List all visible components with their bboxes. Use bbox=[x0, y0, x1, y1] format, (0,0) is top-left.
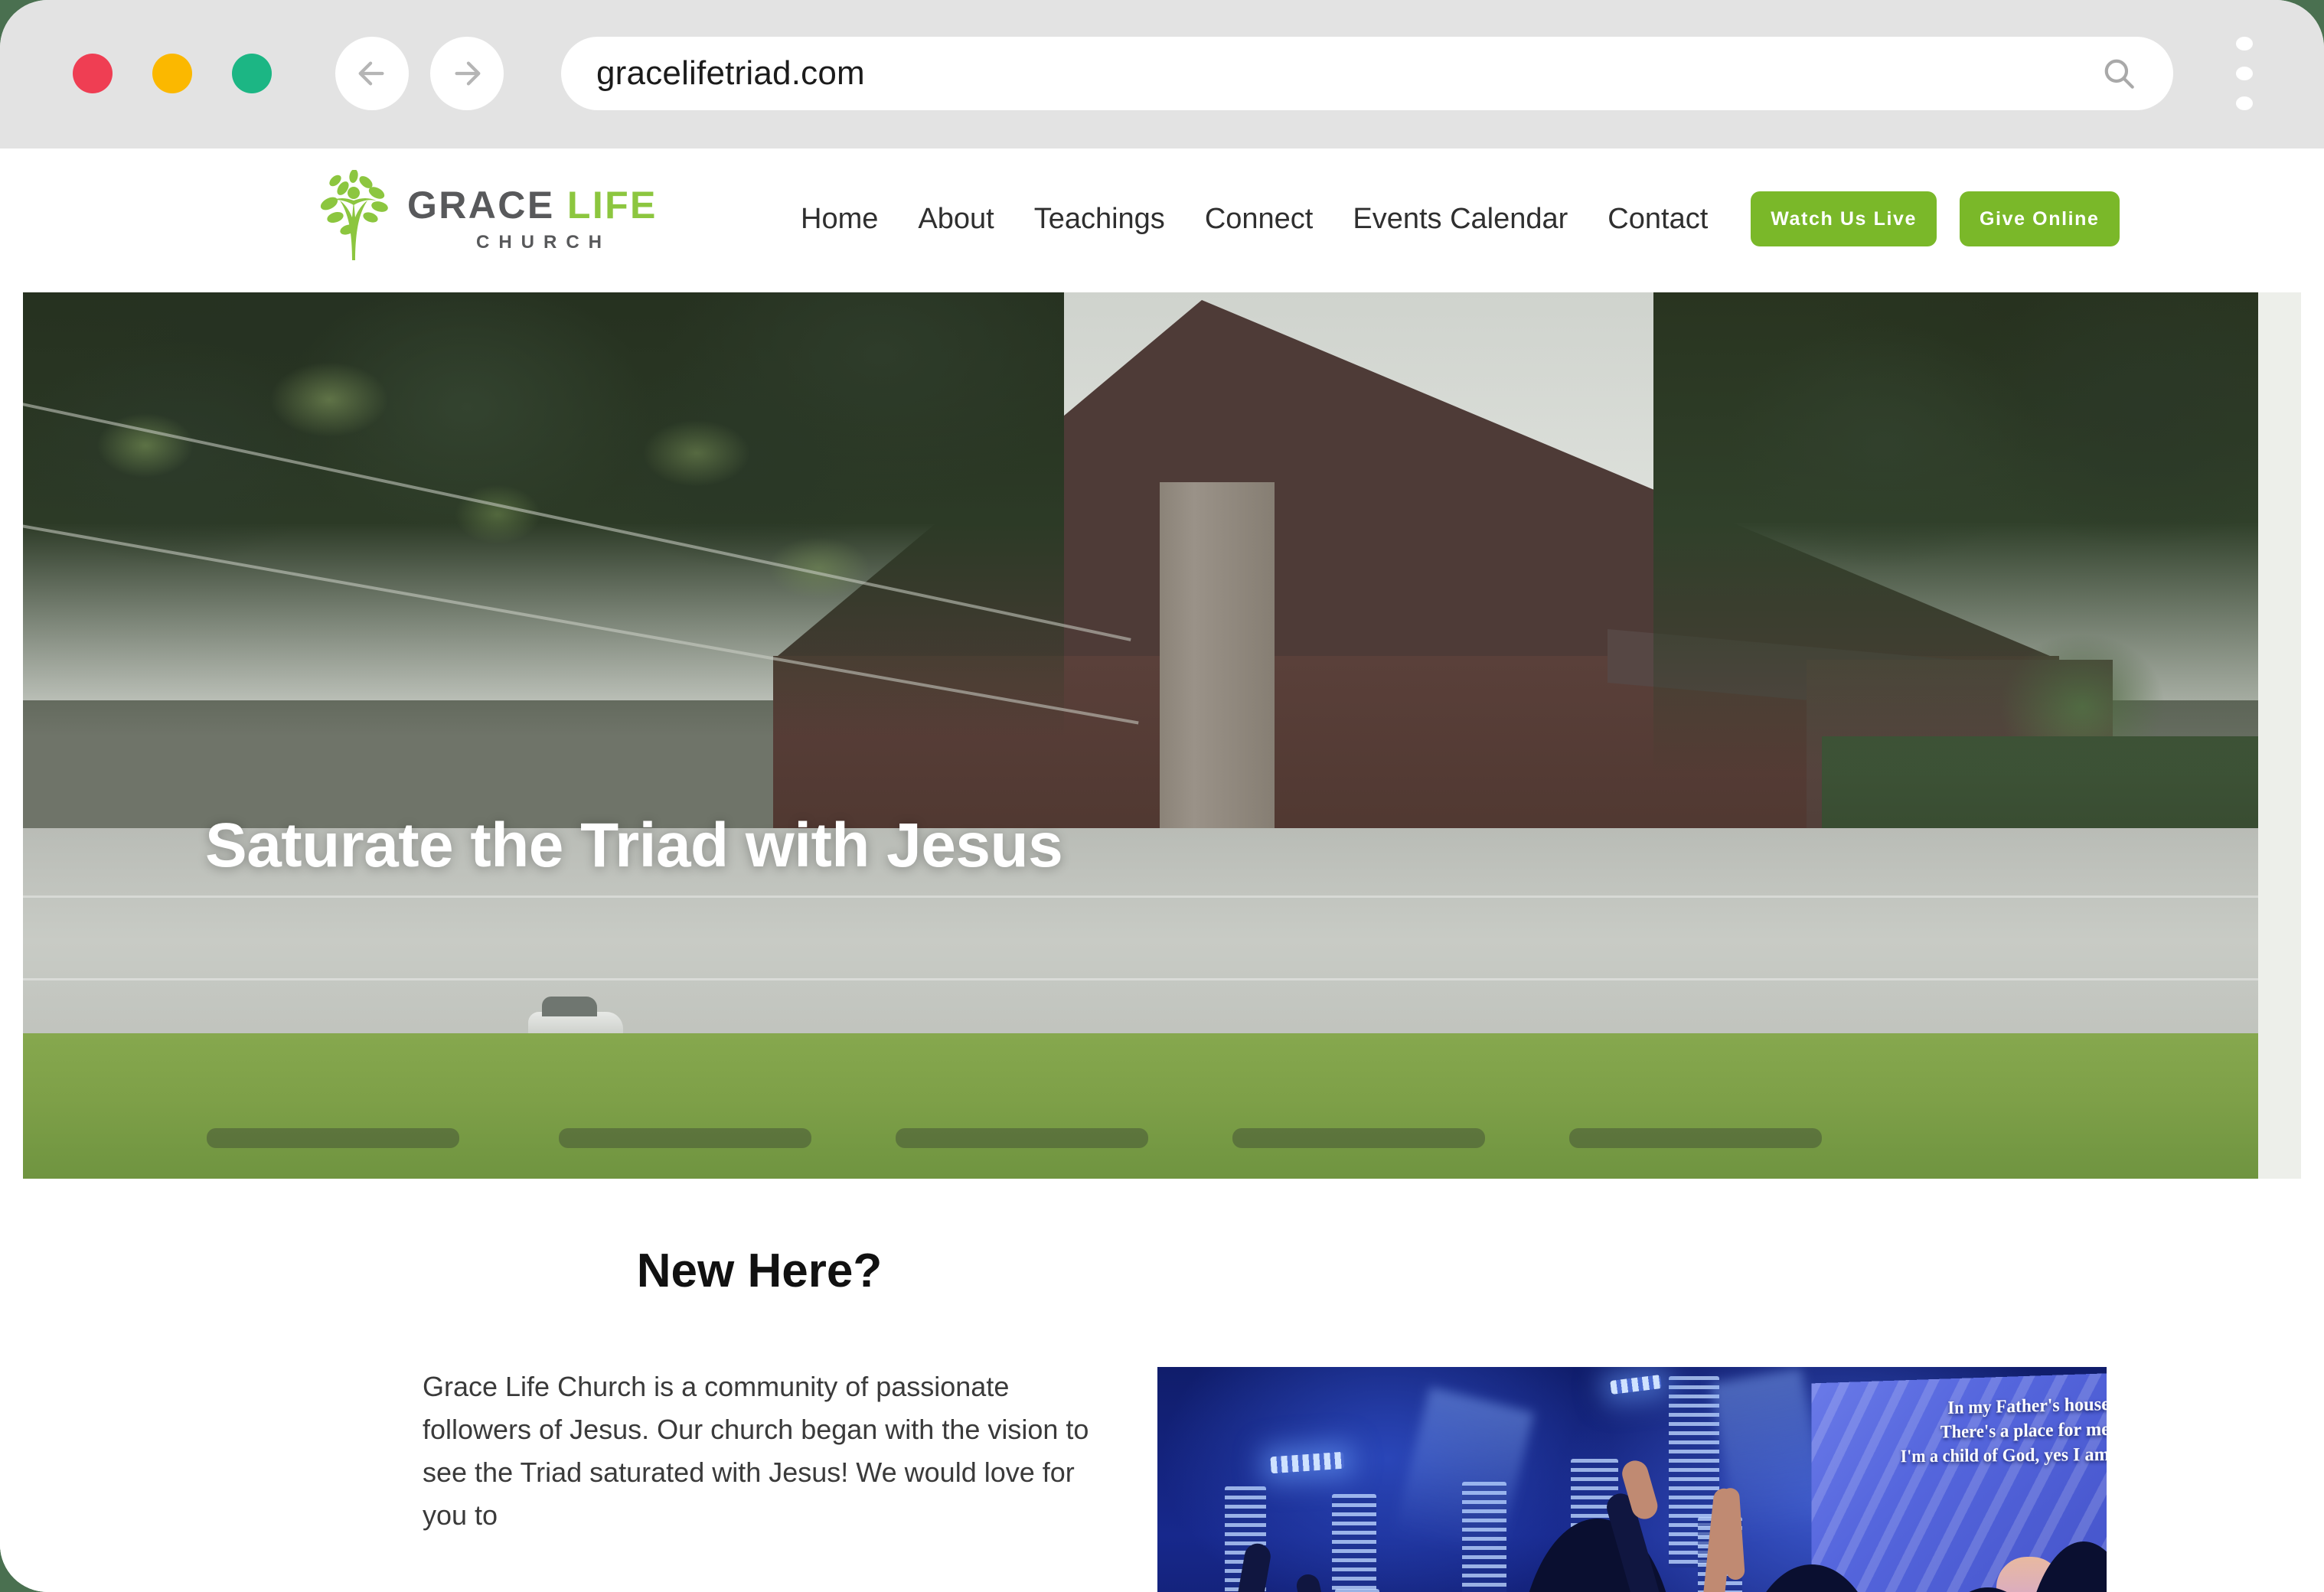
hero-right-gutter bbox=[2258, 292, 2301, 1179]
nav-item-events-calendar[interactable]: Events Calendar bbox=[1333, 203, 1588, 236]
window-controls bbox=[73, 54, 272, 93]
lawn-shadow bbox=[559, 1128, 811, 1148]
hero-banner: Saturate the Triad with Jesus bbox=[23, 292, 2281, 1179]
main-navigation: Home About Teachings Connect Events Cale… bbox=[781, 191, 2120, 246]
minimize-window-button[interactable] bbox=[152, 54, 192, 93]
address-bar[interactable]: gracelifetriad.com bbox=[561, 37, 2173, 110]
maximize-window-button[interactable] bbox=[232, 54, 272, 93]
kebab-dot bbox=[2236, 67, 2253, 80]
watch-us-live-button[interactable]: Watch Us Live bbox=[1751, 191, 1937, 246]
url-text: gracelifetriad.com bbox=[596, 54, 865, 92]
nav-item-connect[interactable]: Connect bbox=[1185, 203, 1333, 236]
site-logo[interactable]: GRACE LIFE CHURCH bbox=[312, 169, 658, 262]
tree-person-icon bbox=[312, 169, 397, 262]
hero-headline: Saturate the Triad with Jesus bbox=[205, 811, 1063, 880]
grass-lawn bbox=[23, 1033, 2281, 1179]
new-here-paragraph: Grace Life Church is a community of pass… bbox=[423, 1371, 1089, 1531]
stage-panel bbox=[1335, 1589, 1379, 1592]
logo-word-grace: GRACE bbox=[407, 184, 555, 227]
kebab-menu-icon[interactable] bbox=[2228, 37, 2261, 110]
page-viewport: GRACE LIFE CHURCH Home About Teachings C… bbox=[0, 148, 2324, 1592]
nav-item-about[interactable]: About bbox=[898, 203, 1013, 236]
tree-canopy-right bbox=[1653, 292, 2281, 775]
forward-arrow-icon bbox=[449, 56, 485, 91]
forward-button[interactable] bbox=[430, 37, 504, 110]
logo-wordmark: GRACE LIFE CHURCH bbox=[407, 178, 658, 253]
stage-panel bbox=[1332, 1494, 1376, 1592]
nav-item-contact[interactable]: Contact bbox=[1588, 203, 1728, 236]
pavement-seam bbox=[23, 978, 2281, 980]
lyric-line-3: I'm a child of God, yes I am bbox=[1900, 1444, 2107, 1466]
browser-window: gracelifetriad.com GRACE LIFE CHURCH Hom… bbox=[0, 0, 2324, 1592]
lawn-shadow bbox=[896, 1128, 1148, 1148]
pavement-seam bbox=[23, 895, 2281, 898]
logo-word-life: LIFE bbox=[566, 184, 658, 227]
hero-background-image bbox=[23, 292, 2281, 1179]
nav-item-teachings[interactable]: Teachings bbox=[1014, 203, 1185, 236]
logo-word-church: CHURCH bbox=[476, 232, 611, 253]
lawn-shadow bbox=[1569, 1128, 1822, 1148]
new-here-text-column: New Here? Grace Life Church is a communi… bbox=[423, 1212, 1096, 1537]
nav-item-home[interactable]: Home bbox=[781, 203, 898, 236]
back-arrow-icon bbox=[354, 56, 390, 91]
kebab-dot bbox=[2236, 37, 2253, 51]
new-here-heading: New Here? bbox=[636, 1245, 883, 1297]
worship-service-photo: In my Father's house There's a place for… bbox=[1157, 1367, 2107, 1592]
search-icon[interactable] bbox=[2100, 54, 2138, 93]
close-window-button[interactable] bbox=[73, 54, 113, 93]
back-button[interactable] bbox=[335, 37, 409, 110]
lawn-shadow bbox=[1232, 1128, 1485, 1148]
kebab-dot bbox=[2236, 96, 2253, 110]
browser-chrome: gracelifetriad.com bbox=[0, 0, 2324, 148]
browser-nav-buttons bbox=[335, 37, 504, 110]
lawn-shadow bbox=[207, 1128, 459, 1148]
give-online-button[interactable]: Give Online bbox=[1960, 191, 2120, 246]
